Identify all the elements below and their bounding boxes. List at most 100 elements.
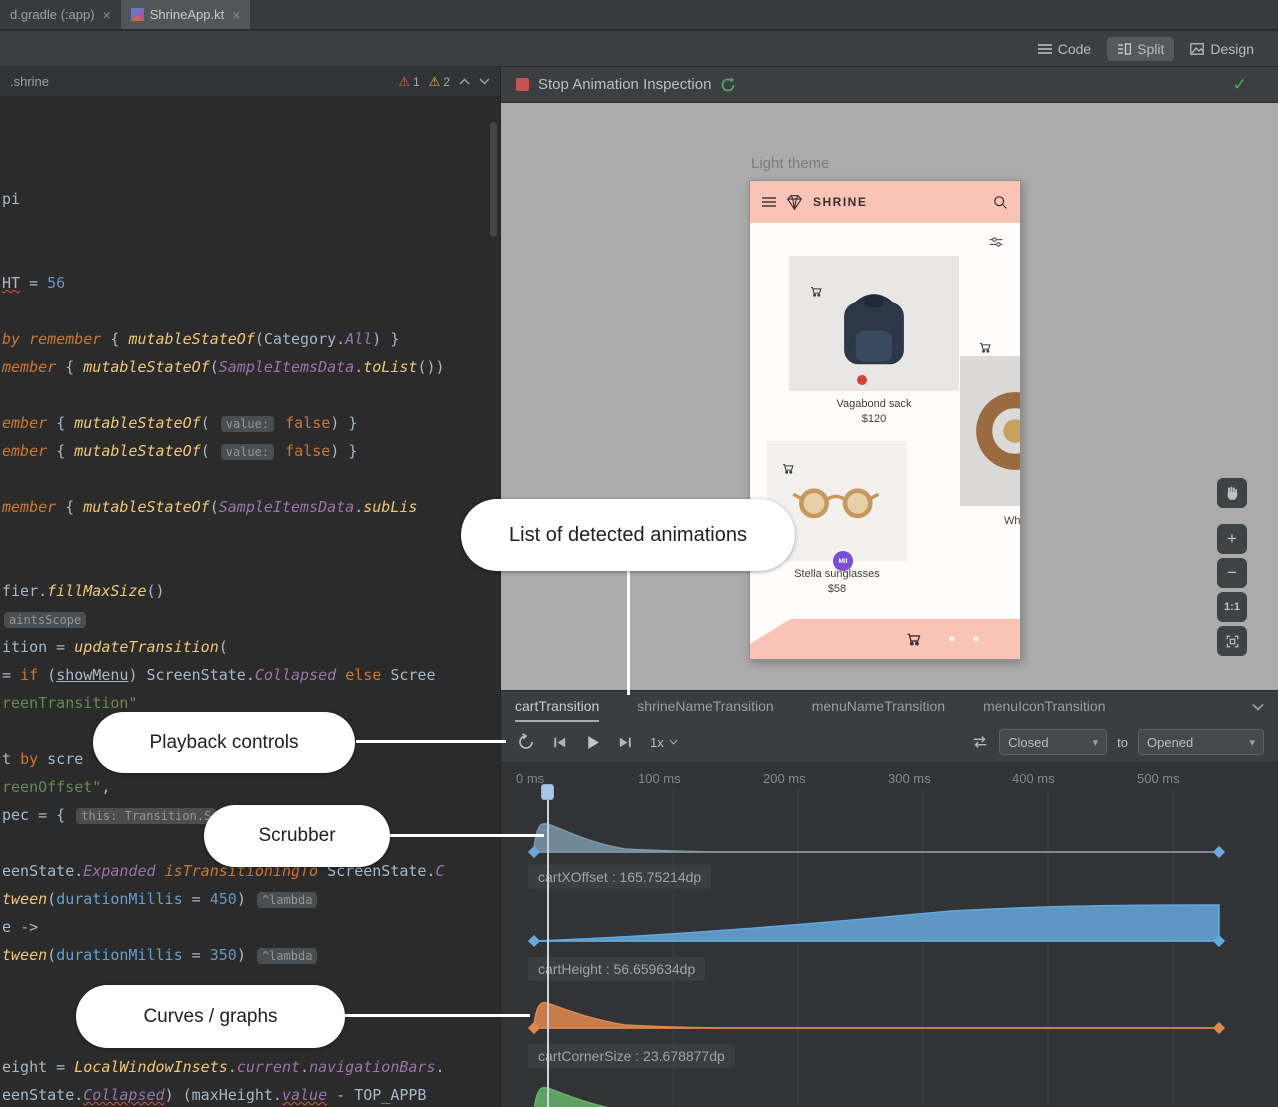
zoom-in-button[interactable]: + [1217, 524, 1247, 554]
code-line: e -> [2, 917, 38, 937]
warning-indicator[interactable]: ⚠ 2 [429, 74, 450, 90]
product-name: Stella sunglasses [767, 568, 907, 580]
view-mode-bar: Code Split Design [0, 31, 1278, 67]
replay-button[interactable] [513, 729, 539, 755]
playback-toolbar: 1x Closed ▾ to Opened ▾ [500, 722, 1278, 762]
code-line: eenState.Collapsed) (maxHeight.value - T… [2, 1085, 426, 1105]
view-mode-design[interactable]: Design [1180, 37, 1264, 61]
zoom-to-fit-button[interactable] [1217, 626, 1247, 656]
view-mode-code[interactable]: Code [1028, 37, 1101, 61]
cart-item-dot [949, 636, 955, 642]
playback-speed-dropdown[interactable]: 1x [650, 735, 678, 750]
animation-inspection-toolbar: Stop Animation Inspection ✓ [500, 67, 1278, 103]
animation-timeline[interactable]: 0 ms100 ms200 ms300 ms400 ms500 ms cartX… [500, 762, 1278, 1107]
code-line: = if (showMenu) ScreenState.Collapsed el… [2, 665, 436, 685]
tab-shrineapp[interactable]: ShrineApp.kt × [121, 0, 251, 29]
close-icon[interactable]: × [103, 7, 111, 23]
view-mode-split[interactable]: Split [1107, 37, 1174, 61]
to-state-dropdown[interactable]: Opened ▾ [1138, 729, 1264, 755]
tab-cart-transition[interactable]: cartTransition [515, 691, 599, 722]
skip-to-start-button[interactable] [546, 729, 572, 755]
callout-scrubber: Scrubber [204, 805, 390, 867]
to-state-value: Opened [1147, 735, 1193, 750]
scrubber-handle[interactable] [541, 784, 554, 800]
callout-connector [389, 834, 544, 837]
pan-tool-button[interactable] [1217, 478, 1247, 508]
refresh-icon[interactable] [720, 77, 736, 93]
chevron-down-icon[interactable] [1252, 703, 1264, 711]
swap-states-icon[interactable] [971, 735, 989, 749]
animation-curve [534, 824, 1219, 852]
error-count: 1 [413, 75, 420, 89]
code-line: tween(durationMillis = 350) ^lambda [2, 945, 319, 965]
cart-item-dot [973, 636, 979, 642]
callout-playback-controls: Playback controls [93, 712, 355, 773]
editor-tab-bar: d.gradle (:app) × ShrineApp.kt × [0, 0, 1278, 30]
callout-connector [356, 740, 506, 743]
code-line: by remember { mutableStateOf(Category.Al… [2, 329, 399, 349]
product-image [960, 356, 1021, 506]
code-line: ition = updateTransition( [2, 637, 228, 657]
callout-detected-animations: List of detected animations [461, 499, 795, 571]
curve-value-label: cartCornerSize : 23.678877dp [528, 1044, 735, 1068]
chevron-down-icon: ▾ [1093, 736, 1099, 749]
tab-shrine-name-transition[interactable]: shrineNameTransition [637, 691, 773, 722]
code-line: fier.fillMaxSize() [2, 581, 165, 601]
editor-scrollbar[interactable] [490, 122, 497, 237]
from-state-dropdown[interactable]: Closed ▾ [999, 729, 1107, 755]
code-line: member { mutableStateOf(SampleItemsData.… [2, 497, 417, 517]
product-image [789, 256, 959, 391]
code-line: aintsScope [2, 609, 88, 629]
shrine-app-preview[interactable]: SHRINE [749, 180, 1021, 660]
warning-icon: ⚠ [429, 74, 441, 90]
inspections-widget: ⚠ 1 ⚠ 2 [398, 74, 490, 90]
breadcrumb[interactable]: .shrine [10, 74, 49, 89]
product-name: Whit [1004, 515, 1021, 527]
zoom-actual-size-button[interactable]: 1:1 [1217, 592, 1247, 622]
code-line: t by scre [2, 749, 83, 769]
split-icon [1117, 43, 1131, 55]
speed-value: 1x [650, 735, 664, 750]
zoom-out-button[interactable]: − [1217, 558, 1247, 588]
product-price: $120 [789, 413, 959, 425]
filter-icon [988, 235, 1004, 249]
code-line: HT = 56 [2, 273, 65, 293]
tab-menu-name-transition[interactable]: menuNameTransition [812, 691, 945, 722]
skip-to-end-button[interactable] [612, 729, 638, 755]
code-line: ember { mutableStateOf( value: false) } [2, 413, 357, 433]
chevron-down-icon: ▾ [1249, 736, 1255, 749]
callout-curves-graphs: Curves / graphs [76, 985, 345, 1048]
design-preview-canvas[interactable]: Light theme SHRINE [500, 103, 1278, 690]
code-text[interactable]: piHT = 56by remember { mutableStateOf(Ca… [0, 97, 500, 1107]
error-icon: ⚠ [398, 74, 410, 90]
zoom-controls: + − 1:1 [1217, 478, 1247, 656]
product-price: $58 [767, 583, 907, 595]
code-line: pec = { this: Transition.S [2, 805, 218, 825]
code-line: reenTransition" [2, 693, 137, 713]
tab-gradle[interactable]: d.gradle (:app) × [0, 0, 121, 29]
code-line: eight = LocalWindowInsets.current.naviga… [2, 1057, 445, 1077]
code-line: tween(durationMillis = 450) ^lambda [2, 889, 319, 909]
animation-curve [534, 1003, 1219, 1028]
stop-icon[interactable] [516, 78, 529, 91]
breadcrumb-bar: .shrine ⚠ 1 ⚠ 2 [0, 67, 500, 97]
play-button[interactable] [579, 729, 605, 755]
brand-badge: MII [833, 551, 853, 571]
close-icon[interactable]: × [232, 7, 240, 23]
error-indicator[interactable]: ⚠ 1 [398, 74, 419, 90]
android-studio-window: d.gradle (:app) × ShrineApp.kt × Code Sp… [0, 0, 1278, 1107]
to-label: to [1117, 735, 1128, 750]
design-icon [1190, 43, 1204, 55]
add-to-cart-icon [781, 461, 795, 475]
tab-menu-icon-transition[interactable]: menuIconTransition [983, 691, 1105, 722]
prev-issue-icon[interactable] [459, 78, 470, 85]
code-line: member { mutableStateOf(SampleItemsData.… [2, 357, 445, 377]
warning-count: 2 [443, 75, 450, 89]
stop-animation-inspection-button[interactable]: Stop Animation Inspection [538, 76, 711, 93]
cart-bar [750, 619, 1020, 659]
from-state-value: Closed [1008, 735, 1048, 750]
code-editor-pane[interactable]: .shrine ⚠ 1 ⚠ 2 piHT = 56by remember { m… [0, 67, 500, 1107]
tab-label: ShrineApp.kt [150, 7, 224, 22]
next-issue-icon[interactable] [479, 78, 490, 85]
check-icon: ✓ [1233, 75, 1247, 95]
